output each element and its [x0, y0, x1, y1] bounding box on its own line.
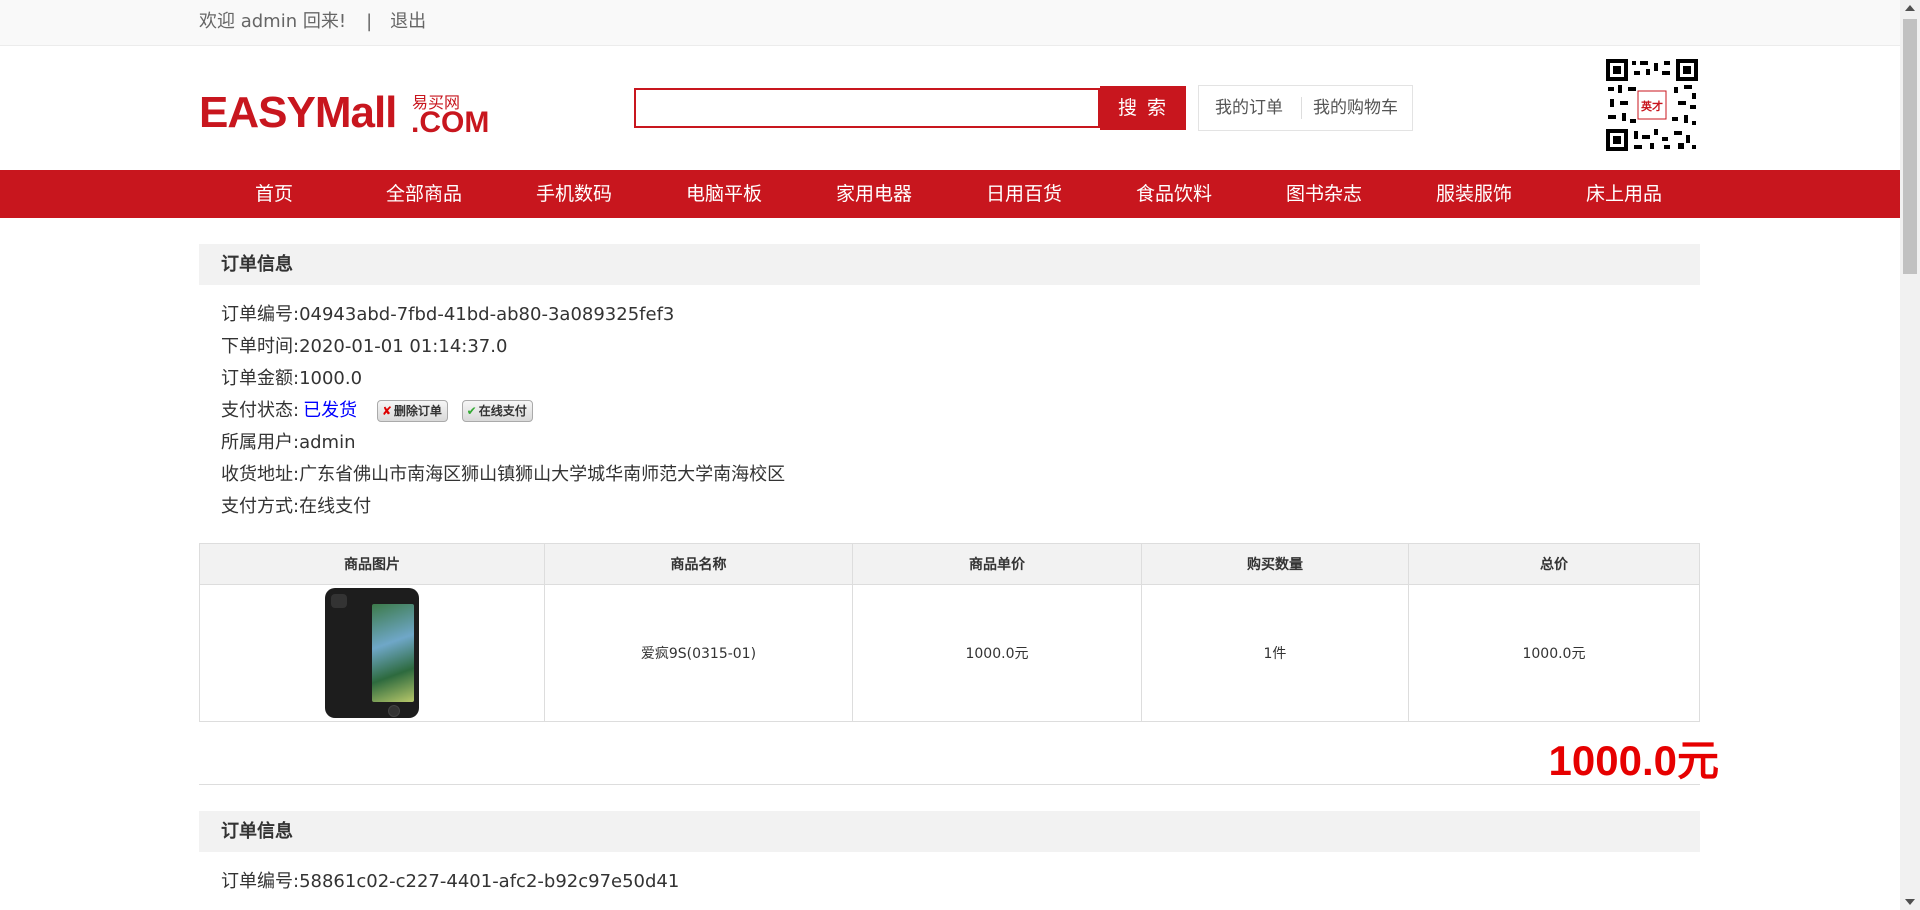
- nav-item-daily-goods[interactable]: 日用百货: [949, 170, 1099, 218]
- product-qty: 1件: [1141, 584, 1409, 722]
- order-info-header: 订单信息: [199, 811, 1700, 852]
- divider: [199, 784, 1700, 785]
- check-icon: ✔: [466, 404, 477, 418]
- nav-item-phones[interactable]: 手机数码: [499, 170, 649, 218]
- user-greeting-area: 欢迎 admin 回来! | 退出: [199, 0, 426, 45]
- shipping-address-value: 广东省佛山市南海区狮山镇狮山大学城华南师范大学南海校区: [299, 464, 786, 485]
- section-title: 订单信息: [221, 821, 293, 842]
- site-logo[interactable]: EASYMall 易买网 .COM: [199, 88, 489, 148]
- qr-code-icon: 英才: [1604, 57, 1700, 153]
- payment-method-label: 支付方式:: [221, 496, 300, 517]
- site-header: EASYMall 易买网 .COM 搜 索 我的订单 我的购物车 英才: [0, 45, 1900, 170]
- delete-order-button[interactable]: ✘ 删除订单: [376, 400, 448, 422]
- delete-order-link[interactable]: ✘ 删除订单: [376, 400, 448, 422]
- order-user-row: 所属用户:admin: [221, 431, 355, 455]
- screen-shape: [371, 604, 414, 702]
- separator: |: [366, 11, 373, 32]
- order-amount-label: 订单金额:: [221, 368, 300, 389]
- order-time-label: 下单时间:: [221, 336, 300, 357]
- nav-item-computers[interactable]: 电脑平板: [649, 170, 799, 218]
- section-title: 订单信息: [221, 254, 293, 275]
- nav-item-books[interactable]: 图书杂志: [1249, 170, 1399, 218]
- pay-online-button[interactable]: ✔ 在线支付: [461, 400, 533, 422]
- logout-link[interactable]: 退出: [390, 11, 426, 32]
- order-id-value: 04943abd-7fbd-41bd-ab80-3a089325fef3: [299, 304, 675, 325]
- payment-method-value: 在线支付: [299, 496, 372, 517]
- home-button-shape: [387, 705, 400, 717]
- search-input[interactable]: [634, 88, 1100, 128]
- delete-order-label: 删除订单: [393, 404, 442, 418]
- welcome-text: 欢迎 admin 回来!: [199, 11, 347, 32]
- nav-item-clothing[interactable]: 服装服饰: [1399, 170, 1549, 218]
- my-cart-link[interactable]: 我的购物车: [1313, 86, 1398, 130]
- quick-links: 我的订单 我的购物车: [1198, 85, 1413, 131]
- order-id-label: 订单编号:: [221, 304, 300, 325]
- table-row: 爱疯9S(0315-01) 1000.0元 1件 1000.0元: [199, 584, 1701, 722]
- logo-com-text: .COM: [411, 106, 490, 139]
- product-total: 1000.0元: [1407, 584, 1701, 722]
- order-grand-total: 1000.0元: [1548, 737, 1719, 784]
- search-button[interactable]: 搜 索: [1100, 86, 1186, 130]
- order-items-table: 商品图片 商品名称 商品单价 购买数量 总价 爱疯9S(0315-01) 100…: [199, 543, 1701, 722]
- col-header-price: 商品单价: [851, 543, 1143, 585]
- col-header-image: 商品图片: [199, 543, 545, 585]
- qr-label: 英才: [1641, 100, 1663, 113]
- nav-item-appliances[interactable]: 家用电器: [799, 170, 949, 218]
- nav-item-food[interactable]: 食品饮料: [1099, 170, 1249, 218]
- scroll-down-icon[interactable]: [1905, 899, 1915, 905]
- nav-item-home[interactable]: 首页: [199, 170, 349, 218]
- col-header-qty: 购买数量: [1141, 543, 1409, 585]
- order-id-row: 订单编号:58861c02-c227-4401-afc2-b92c97e50d4…: [221, 870, 679, 894]
- order-info-header: 订单信息: [199, 244, 1700, 285]
- pay-online-link[interactable]: ✔ 在线支付: [461, 400, 533, 422]
- order-time-row: 下单时间:2020-01-01 01:14:37.0: [221, 335, 507, 359]
- product-image[interactable]: [324, 588, 419, 718]
- payment-status-row: 支付状态: 已发货 ✘ 删除订单 ✔ 在线支付: [221, 399, 533, 423]
- nav-item-all-products[interactable]: 全部商品: [349, 170, 499, 218]
- scrollbar-thumb[interactable]: [1903, 19, 1917, 274]
- table-header-row: 商品图片 商品名称 商品单价 购买数量 总价: [199, 543, 1701, 585]
- order-id-value: 58861c02-c227-4401-afc2-b92c97e50d41: [299, 871, 680, 892]
- divider: [1301, 97, 1302, 119]
- order-user-label: 所属用户:: [221, 432, 300, 453]
- nav-item-bedding[interactable]: 床上用品: [1549, 170, 1699, 218]
- delete-x-icon: ✘: [381, 404, 392, 418]
- product-name: 爱疯9S(0315-01): [543, 584, 853, 722]
- main-nav: 首页 全部商品 手机数码 电脑平板 家用电器 日用百货 食品饮料 图书杂志 服装…: [0, 170, 1900, 218]
- pay-online-label: 在线支付: [478, 404, 527, 418]
- logo-main-text: EASYMall: [199, 88, 397, 137]
- col-header-name: 商品名称: [543, 543, 853, 585]
- col-header-total: 总价: [1407, 543, 1701, 585]
- payment-status-value: 已发货: [303, 400, 358, 421]
- payment-method-row: 支付方式:在线支付: [221, 495, 371, 519]
- shipping-address-row: 收货地址:广东省佛山市南海区狮山镇狮山大学城华南师范大学南海校区: [221, 463, 785, 487]
- shipping-address-label: 收货地址:: [221, 464, 300, 485]
- camera-shape: [330, 594, 347, 608]
- vertical-scrollbar[interactable]: [1900, 0, 1920, 910]
- order-id-label: 订单编号:: [221, 871, 300, 892]
- order-amount-value: 1000.0: [299, 368, 363, 389]
- order-amount-row: 订单金额:1000.0: [221, 367, 362, 391]
- payment-status-label: 支付状态:: [221, 400, 300, 421]
- scroll-up-icon[interactable]: [1905, 5, 1915, 11]
- top-bar: 欢迎 admin 回来! | 退出: [0, 0, 1900, 46]
- product-image-cell: [199, 584, 545, 722]
- order-time-value: 2020-01-01 01:14:37.0: [299, 336, 508, 357]
- order-user-value: admin: [299, 432, 356, 453]
- order-id-row: 订单编号:04943abd-7fbd-41bd-ab80-3a089325fef…: [221, 303, 674, 327]
- my-orders-link[interactable]: 我的订单: [1215, 86, 1283, 130]
- product-price: 1000.0元: [851, 584, 1143, 722]
